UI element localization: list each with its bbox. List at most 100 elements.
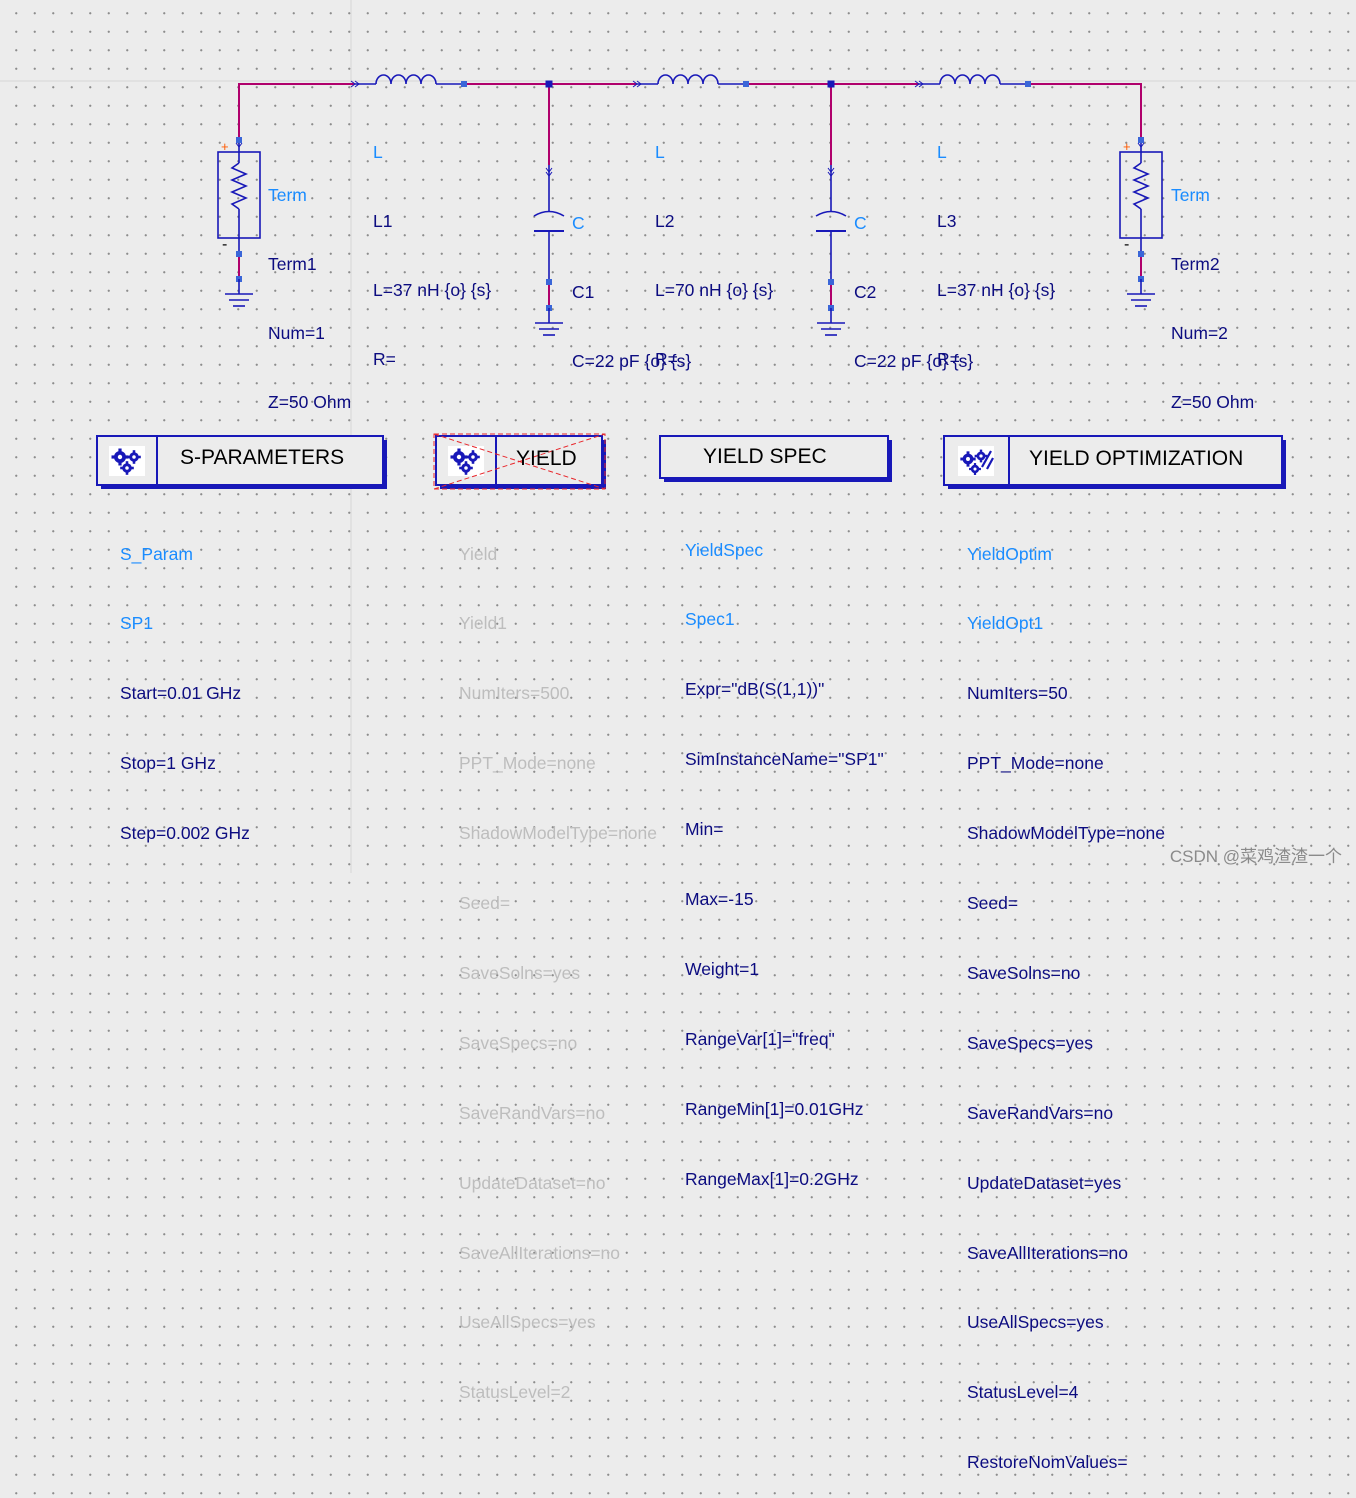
pin-marker	[546, 279, 552, 285]
controller-param: UpdateDataset=yes	[967, 1172, 1122, 1193]
controller-param: Expr="dB(S(1,1))"	[685, 679, 825, 700]
s-parameters-params: S_Param SP1 Start=0.01 GHz Stop=1 GHz St…	[120, 496, 250, 869]
controller-param: RangeVar[1]="freq"	[685, 1028, 835, 1049]
gears-wrench-icon	[958, 446, 994, 476]
controller-param: SaveAllIterations=no	[459, 1242, 621, 1263]
controller-param: NumIters=500	[459, 683, 570, 704]
controller-param: ShadowModelType=none	[967, 823, 1165, 844]
controller-param: SaveSpecs=yes	[967, 1032, 1093, 1053]
controller-title: S-PARAMETERS	[180, 446, 345, 469]
component-type: C	[854, 213, 867, 233]
controller-param: StatusLevel=4	[967, 1382, 1079, 1403]
capacitor-c2-labels: C C2 C=22 pF {o} {s}	[854, 166, 973, 396]
controller-param: RangeMin[1]=0.01GHz	[685, 1098, 864, 1119]
controller-title: YIELD SPEC	[703, 445, 827, 468]
controller-param: ShadowModelType=none	[459, 823, 657, 844]
watermark: CSDN @菜鸡渣渣一个	[1169, 847, 1342, 866]
pin-marker	[1138, 137, 1144, 143]
inductor-l1-labels: L L1 L=37 nH {o} {s} R=	[373, 95, 491, 394]
controller-name: SP1	[120, 613, 154, 634]
controller-param: UseAllSpecs=yes	[967, 1312, 1104, 1333]
controller-type: YieldSpec	[685, 539, 764, 560]
ground-icon	[225, 279, 253, 307]
term2-plus-sign: +	[1123, 139, 1131, 154]
controller-param: PPT_Mode=none	[967, 753, 1104, 774]
controller-title: YIELD OPTIMIZATION	[1029, 447, 1244, 470]
component-name: C2	[854, 282, 877, 302]
component-type: L	[655, 142, 665, 162]
component-type: Term	[268, 185, 307, 205]
controller-param: SaveRandVars=no	[967, 1102, 1114, 1123]
pin-marker	[828, 279, 834, 285]
controller-param: Step=0.002 GHz	[120, 823, 250, 844]
component-param: Num=2	[1171, 323, 1228, 343]
pin-marker	[1025, 81, 1031, 87]
controller-param: Stop=1 GHz	[120, 753, 216, 774]
component-param: Z=50 Ohm	[1171, 392, 1255, 412]
term1-labels: Term Term1 Num=1 Z=50 Ohm	[268, 138, 351, 437]
controller-param: Max=-15	[685, 889, 754, 910]
component-type: L	[937, 142, 947, 162]
controller-type: Yield	[459, 543, 498, 564]
term2-labels: Term Term2 Num=2 Z=50 Ohm	[1171, 138, 1254, 437]
component-param: R=	[373, 349, 396, 369]
yield-spec-params: YieldSpec Spec1 Expr="dB(S(1,1))" SimIns…	[685, 492, 884, 1214]
controller-param: RangeMax[1]=0.2GHz	[685, 1168, 859, 1189]
controller-param: Min=	[685, 819, 724, 840]
pin-marker	[1138, 251, 1144, 257]
component-param: C=22 pF {o} {s}	[572, 351, 692, 371]
controller-type: YieldOptim	[967, 543, 1052, 564]
controller-param: SaveRandVars=no	[459, 1102, 606, 1123]
controller-param: SaveSpecs=no	[459, 1032, 578, 1053]
component-name: Term1	[268, 254, 317, 274]
controller-param: NumIters=50	[967, 683, 1068, 704]
component-param: Z=50 Ohm	[268, 392, 352, 412]
component-name: Term2	[1171, 254, 1220, 274]
capacitor-c1-labels: C C1 C=22 pF {o} {s}	[572, 166, 691, 396]
component-type: Term	[1171, 185, 1210, 205]
pin-marker	[236, 137, 242, 143]
ground-icon	[817, 308, 845, 336]
ground-icon	[1127, 279, 1155, 307]
yield-params: Yield Yield1 NumIters=500 PPT_Mode=none …	[459, 496, 657, 1428]
controller-title: YIELD	[516, 447, 577, 470]
controller-param: Weight=1	[685, 958, 760, 979]
term1-minus-sign: -	[222, 236, 227, 253]
controller-param: StatusLevel=2	[459, 1382, 571, 1403]
pin-marker	[461, 81, 467, 87]
controller-param: RestoreNomValues=	[967, 1452, 1128, 1473]
pin-marker	[743, 81, 749, 87]
component-param: C=22 pF {o} {s}	[854, 351, 974, 371]
component-name: C1	[572, 282, 595, 302]
controller-param: Start=0.01 GHz	[120, 683, 242, 704]
controller-param: SimInstanceName="SP1"	[685, 749, 884, 770]
controller-param: UseAllSpecs=yes	[459, 1312, 596, 1333]
gears-icon	[109, 446, 145, 476]
controller-param: SaveAllIterations=no	[967, 1242, 1129, 1263]
junction-dot	[827, 80, 835, 88]
controller-param: PPT_Mode=none	[459, 753, 596, 774]
controller-name: Yield1	[459, 613, 507, 634]
yield-optimization-params: YieldOptim YieldOpt1 NumIters=50 PPT_Mod…	[967, 496, 1165, 1498]
controller-name: Spec1	[685, 609, 735, 630]
gears-icon	[448, 446, 484, 476]
component-name: L1	[373, 211, 393, 231]
controller-name: YieldOpt1	[967, 613, 1044, 634]
junction-dot	[545, 80, 553, 88]
capacitor-c2[interactable]	[815, 165, 847, 282]
term1-plus-sign: +	[221, 139, 229, 154]
component-type: C	[572, 213, 585, 233]
controller-param: Seed=	[967, 893, 1019, 914]
controller-param: Seed=	[459, 893, 511, 914]
ground-icon	[535, 308, 563, 336]
controller-param: SaveSolns=yes	[459, 962, 581, 983]
controller-param: UpdateDataset=no	[459, 1172, 606, 1193]
component-param: L=37 nH {o} {s}	[373, 280, 492, 300]
pin-marker	[236, 251, 242, 257]
component-param: Num=1	[268, 323, 325, 343]
term2-minus-sign: -	[1124, 236, 1129, 253]
controller-type: S_Param	[120, 543, 193, 564]
controller-param: SaveSolns=no	[967, 962, 1081, 983]
capacitor-c1[interactable]	[533, 165, 565, 282]
component-type: L	[373, 142, 383, 162]
